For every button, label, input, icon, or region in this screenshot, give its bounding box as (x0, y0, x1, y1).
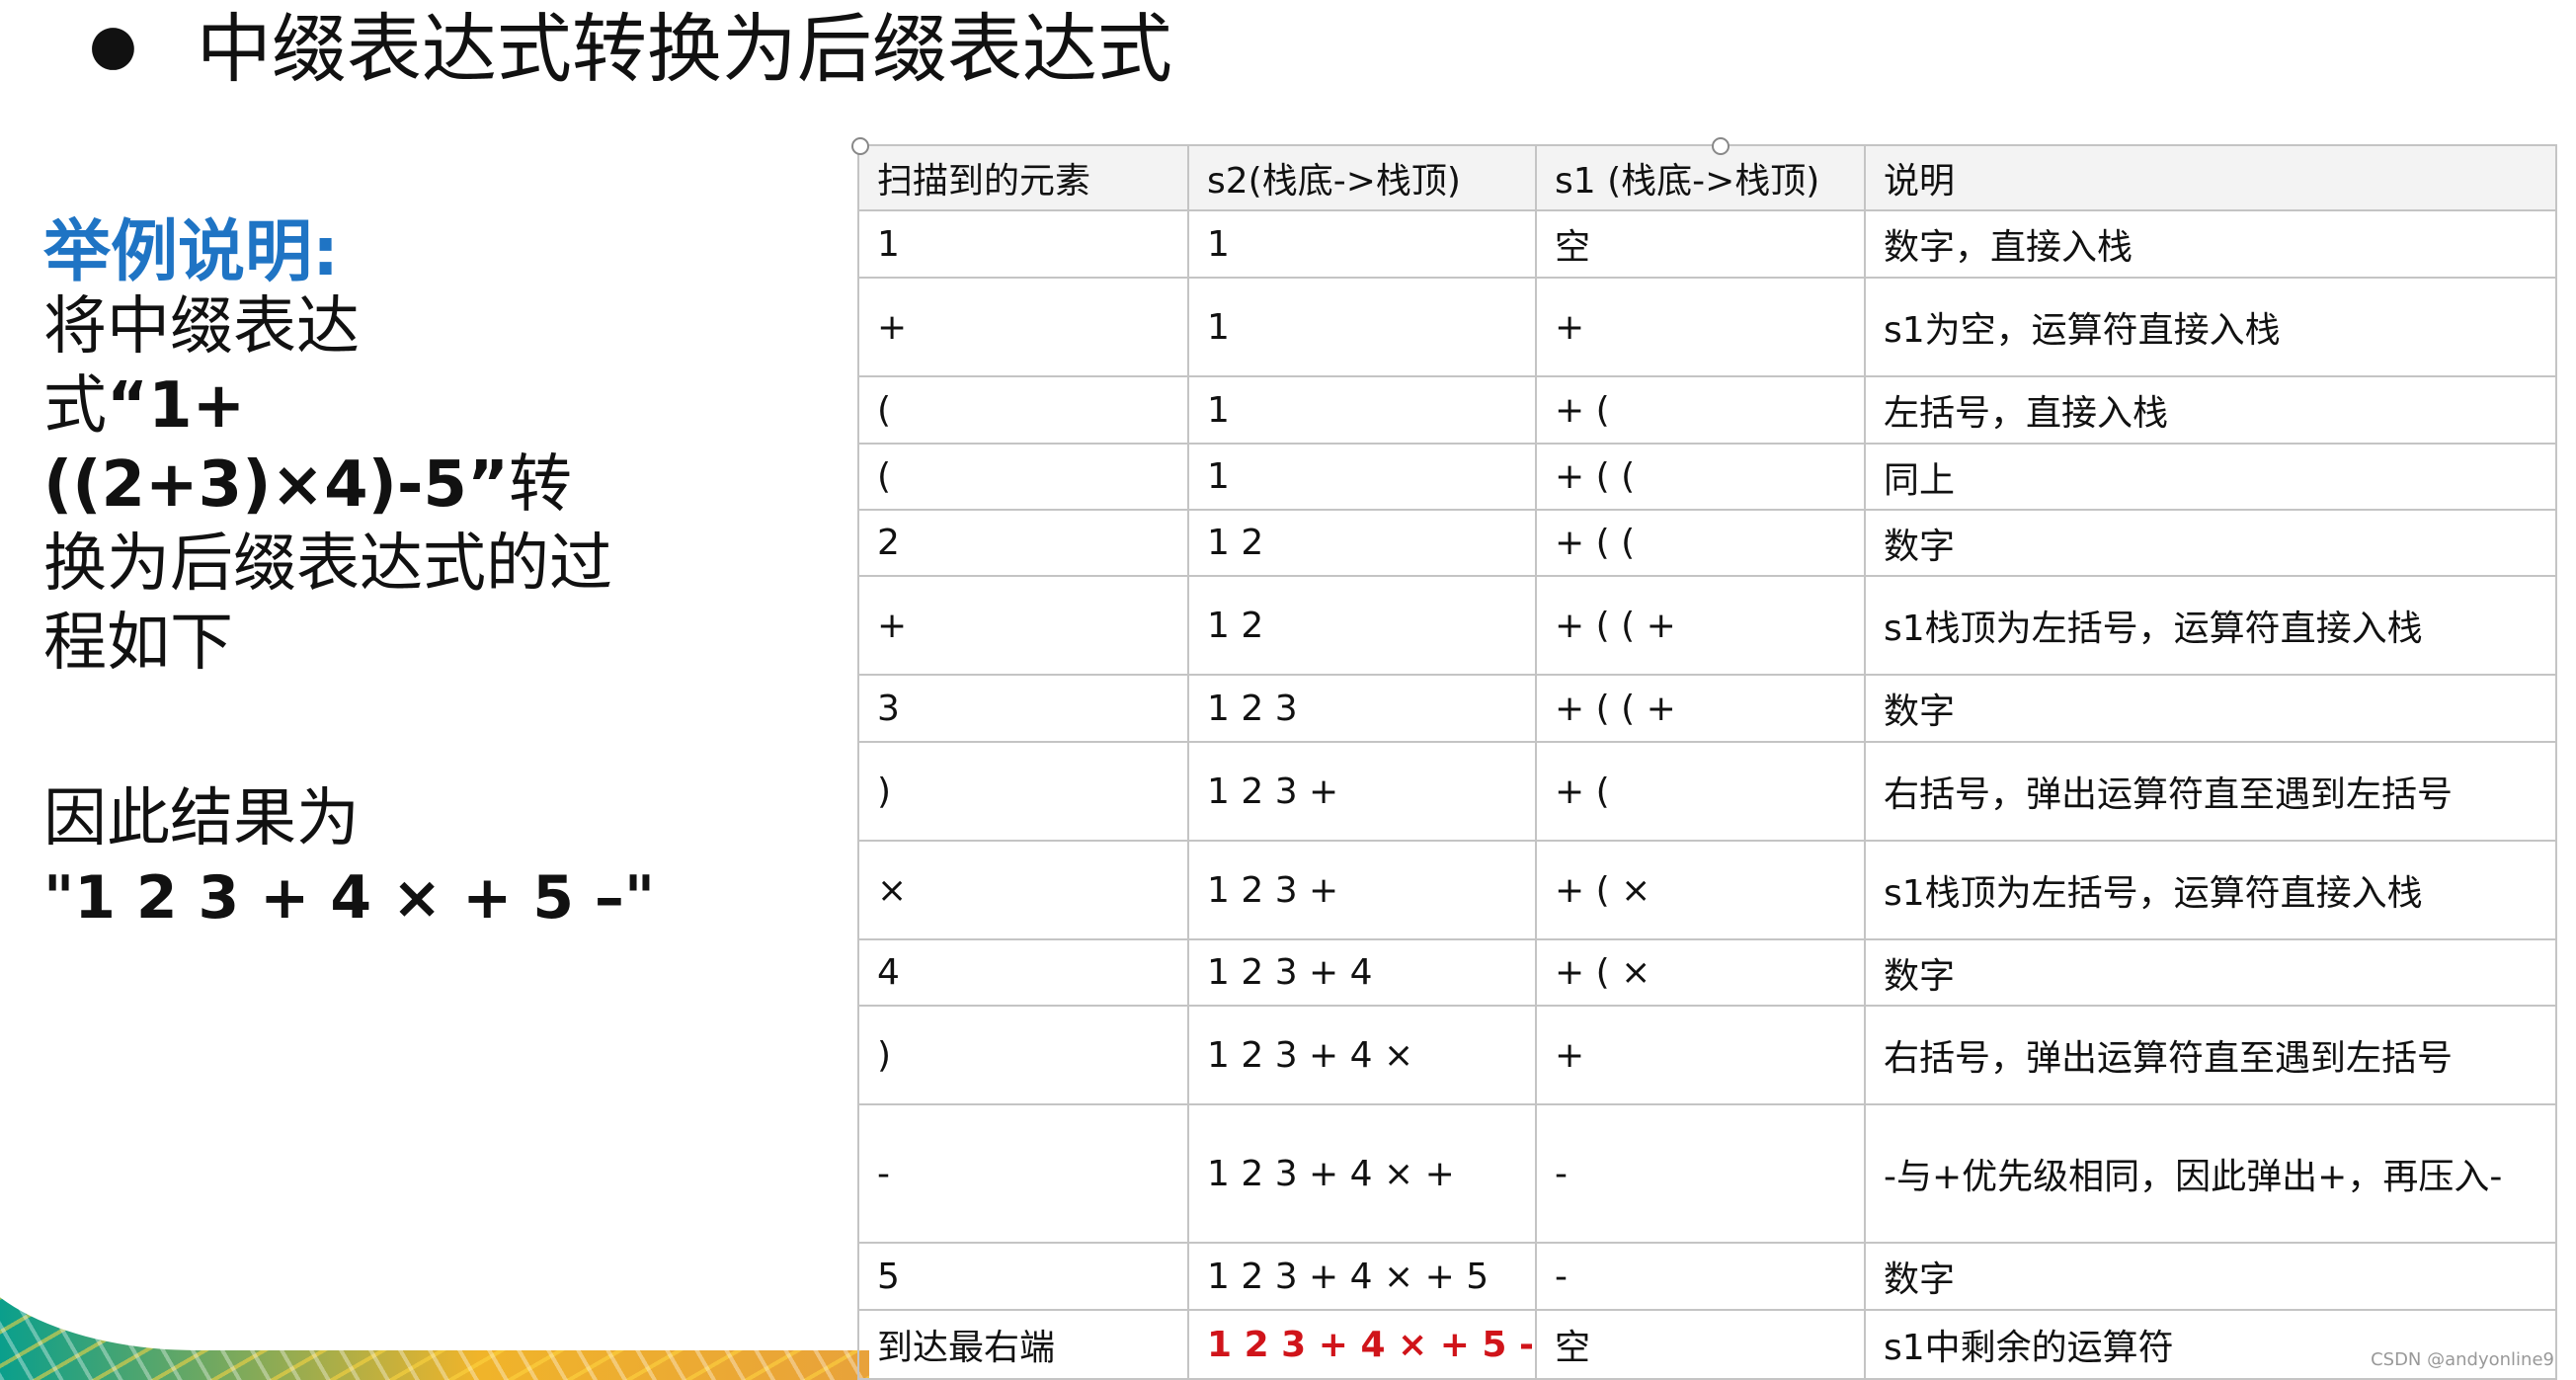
cell-note: 数字 (1864, 509, 2557, 577)
result-value: "1 2 3 + 4 × + 5 –" (43, 863, 656, 934)
title-bullet: ● (89, 13, 137, 77)
table-row: 41 2 3 + 4 + ( × 数字 (857, 938, 2557, 1007)
cell-note: 右括号，弹出运算符直至遇到左括号 (1864, 741, 2557, 842)
selection-handle[interactable] (851, 137, 869, 155)
cell-s1: - (1535, 1103, 1866, 1244)
slide-title: ● 中缀表达式转换为后缀表达式 (89, 0, 1172, 97)
table-row: 31 2 3 + ( ( + 数字 (857, 674, 2557, 743)
cell-scan: 到达最右端 (857, 1309, 1189, 1380)
cell-s2: 1 2 3 + 4 × + 5 - (1187, 1309, 1537, 1380)
cell-s1: + ( ( + (1535, 674, 1866, 743)
cell-s1: + ( ( + (1535, 575, 1866, 676)
table-row: 21 2 + ( (数字 (857, 509, 2557, 577)
header-note: 说明 (1864, 144, 2557, 211)
cell-scan: ( (857, 443, 1189, 511)
cell-scan: × (857, 840, 1189, 940)
cell-s2: 1 (1187, 209, 1537, 279)
cell-s2: 1 2 (1187, 575, 1537, 676)
cell-scan: + (857, 575, 1189, 676)
cell-note: 数字 (1864, 938, 2557, 1007)
cell-s2: 1 (1187, 443, 1537, 511)
cell-scan: 5 (857, 1242, 1189, 1311)
cell-s1: - (1535, 1242, 1866, 1311)
table-row: 51 2 3 + 4 × + 5- 数字 (857, 1242, 2557, 1311)
cell-scan: 3 (857, 674, 1189, 743)
cell-s2: 1 2 3 + 4 × + 5 (1187, 1242, 1537, 1311)
cell-s1: + (1535, 1005, 1866, 1105)
table-row: -1 2 3 + 4 × + - -与+优先级相同，因此弹出+，再压入- (857, 1103, 2557, 1244)
cell-s1: 空 (1535, 1309, 1866, 1380)
cell-scan: + (857, 277, 1189, 377)
cell-note: -与+优先级相同，因此弹出+，再压入- (1864, 1103, 2557, 1244)
cell-s1: 空 (1535, 209, 1866, 279)
header-s1: s1 (栈底->栈顶) (1535, 144, 1866, 211)
cell-s2: 1 (1187, 375, 1537, 445)
selection-handle[interactable] (1712, 137, 1730, 155)
cell-s2: 1 2 3 + (1187, 741, 1537, 842)
cell-note: 数字，直接入栈 (1864, 209, 2557, 279)
cell-s1: + ( (1535, 741, 1866, 842)
cell-note: 同上 (1864, 443, 2557, 511)
description-line-2: 式“1+((2+3)×4)-5”转 (43, 366, 715, 525)
infix-expression: “1+((2+3)×4)-5” (43, 369, 509, 523)
description-line-1: 将中缀表达 (43, 290, 360, 365)
table-row: × 1 2 3 + + ( × s1栈顶为左括号，运算符直接入栈 (857, 840, 2557, 940)
cell-s2: 1 2 3 + 4 × (1187, 1005, 1537, 1105)
cell-s2: 1 2 3 + 4 (1187, 938, 1537, 1007)
header-s2: s2(栈底->栈顶) (1187, 144, 1537, 211)
table-row: (1 + (左括号，直接入栈 (857, 375, 2557, 445)
cell-note: s1为空，运算符直接入栈 (1864, 277, 2557, 377)
description-line-3: 换为后缀表达式的过 (43, 528, 612, 602)
cell-scan: ) (857, 741, 1189, 842)
cell-note: 左括号，直接入栈 (1864, 375, 2557, 445)
header-scan: 扫描到的元素 (857, 144, 1189, 211)
cell-s2: 1 2 (1187, 509, 1537, 577)
cell-scan: - (857, 1103, 1189, 1244)
table-row: +1 2 + ( ( + s1栈顶为左括号，运算符直接入栈 (857, 575, 2557, 676)
table-row: +1 + s1为空，运算符直接入栈 (857, 277, 2557, 377)
cell-s1: + ( (1535, 375, 1866, 445)
cell-s2: 1 2 3 + (1187, 840, 1537, 940)
cell-scan: 4 (857, 938, 1189, 1007)
watermark: CSDN @andyonline9 (2371, 1349, 2554, 1370)
cell-s1: + (1535, 277, 1866, 377)
cell-s2: 1 (1187, 277, 1537, 377)
cell-note: 右括号，弹出运算符直至遇到左括号 (1864, 1005, 2557, 1105)
cell-s1: + ( ( (1535, 443, 1866, 511)
cell-note: s1栈顶为左括号，运算符直接入栈 (1864, 840, 2557, 940)
table-header-row: 扫描到的元素 s2(栈底->栈顶) s1 (栈底->栈顶) 说明 (857, 144, 2557, 211)
table-row: 1 1 空数字，直接入栈 (857, 209, 2557, 279)
description-prefix: 式 (43, 369, 107, 444)
conversion-table: 扫描到的元素 s2(栈底->栈顶) s1 (栈底->栈顶) 说明 1 1 空数字，直… (857, 144, 2557, 1380)
cell-s2: 1 2 3 + 4 × + (1187, 1103, 1537, 1244)
cell-s1: + ( × (1535, 840, 1866, 940)
table-row: 到达最右端 1 2 3 + 4 × + 5 - 空 s1中剩余的运算符 (857, 1309, 2557, 1380)
cell-note: 数字 (1864, 1242, 2557, 1311)
table-row: (1 + ( (同上 (857, 443, 2557, 511)
cell-s1: + ( ( (1535, 509, 1866, 577)
title-text: 中缀表达式转换为后缀表达式 (196, 5, 1172, 93)
cell-scan: 1 (857, 209, 1189, 279)
table-row: ) 1 2 3 + + (右括号，弹出运算符直至遇到左括号 (857, 741, 2557, 842)
cell-scan: ( (857, 375, 1189, 445)
cell-note: s1栈顶为左括号，运算符直接入栈 (1864, 575, 2557, 676)
cell-scan: 2 (857, 509, 1189, 577)
example-label: 举例说明: (43, 213, 340, 291)
left-text-panel: 举例说明: 将中缀表达 式“1+((2+3)×4)-5”转 换为后缀表达式的过 … (43, 217, 715, 937)
cell-s2: 1 2 3 (1187, 674, 1537, 743)
description-suffix: 转 (509, 448, 572, 523)
result-label: 因此结果为 (43, 782, 360, 856)
cell-note: 数字 (1864, 674, 2557, 743)
conversion-table-wrapper: 扫描到的元素 s2(栈底->栈顶) s1 (栈底->栈顶) 说明 1 1 空数字，直… (857, 144, 2557, 1380)
decorative-band-mask (0, 935, 928, 1350)
cell-s1: + ( × (1535, 938, 1866, 1007)
table-row: ) 1 2 3 + 4 × + 右括号，弹出运算符直至遇到左括号 (857, 1005, 2557, 1105)
cell-scan: ) (857, 1005, 1189, 1105)
description-line-4: 程如下 (43, 607, 233, 681)
